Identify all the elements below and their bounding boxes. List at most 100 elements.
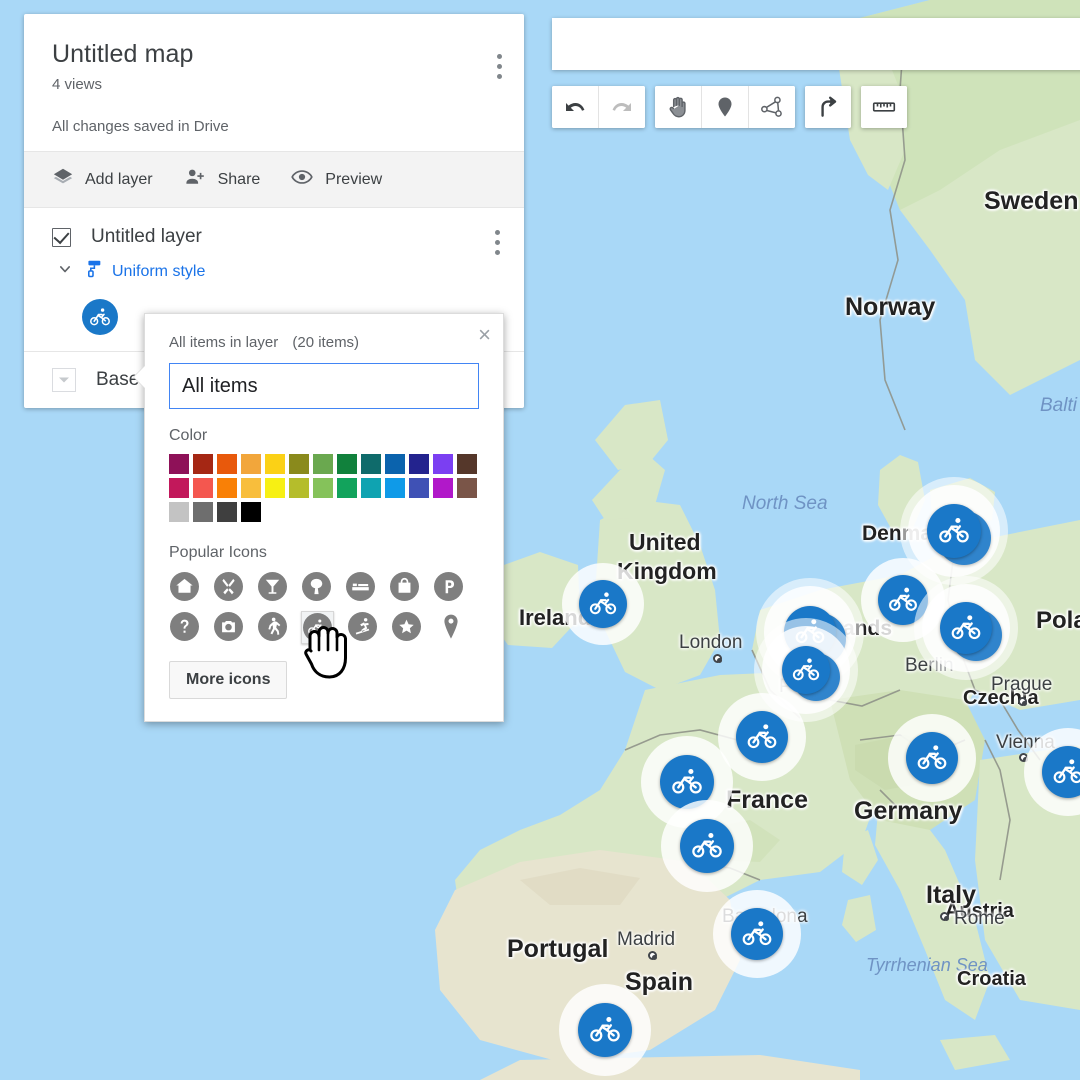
- sea-label: North Sea: [742, 493, 828, 514]
- color-swatch[interactable]: [169, 454, 189, 474]
- layer-options-button[interactable]: [495, 230, 500, 260]
- draw-line-button[interactable]: [748, 86, 795, 128]
- measure-button[interactable]: [861, 86, 907, 128]
- color-swatch[interactable]: [313, 454, 333, 474]
- color-swatch[interactable]: [193, 478, 213, 498]
- color-swatch[interactable]: [385, 454, 405, 474]
- shopping-icon[interactable]: [389, 571, 420, 602]
- add-layer-button[interactable]: Add layer: [52, 166, 153, 193]
- color-swatch[interactable]: [193, 454, 213, 474]
- star-icon[interactable]: [391, 611, 422, 642]
- color-swatch[interactable]: [265, 454, 285, 474]
- restaurant-icon[interactable]: [213, 571, 244, 602]
- map-marker[interactable]: [888, 714, 976, 802]
- uniform-style-label[interactable]: Uniform style: [112, 263, 205, 281]
- home-icon[interactable]: [169, 571, 200, 602]
- panel-action-bar: Add layer Share Preview: [24, 151, 524, 208]
- color-swatch[interactable]: [361, 478, 381, 498]
- undo-button[interactable]: [552, 86, 598, 128]
- layer-name-label[interactable]: Untitled layer: [91, 226, 202, 248]
- city-label: Prague: [991, 674, 1053, 695]
- directions-group: [805, 86, 851, 128]
- color-swatch[interactable]: [241, 454, 261, 474]
- question-icon[interactable]: [169, 611, 200, 642]
- pan-button[interactable]: [655, 86, 701, 128]
- map-marker[interactable]: [1024, 728, 1080, 816]
- color-row: [169, 478, 481, 502]
- color-swatch[interactable]: [433, 478, 453, 498]
- more-icons-button[interactable]: More icons: [169, 661, 288, 699]
- group-name-input[interactable]: [169, 363, 479, 409]
- city-dot: [713, 654, 722, 663]
- close-icon[interactable]: ×: [478, 324, 491, 346]
- search-input[interactable]: [552, 18, 1080, 70]
- redo-button[interactable]: [598, 86, 645, 128]
- color-swatch[interactable]: [361, 454, 381, 474]
- hotel-icon[interactable]: [345, 571, 376, 602]
- color-swatch[interactable]: [457, 478, 477, 498]
- marker-icon: [713, 95, 737, 119]
- kebab-icon: [495, 230, 500, 255]
- color-swatch[interactable]: [241, 478, 261, 498]
- color-swatch[interactable]: [193, 502, 213, 522]
- color-swatch[interactable]: [241, 502, 261, 522]
- color-swatch[interactable]: [433, 454, 453, 474]
- bar-icon[interactable]: [257, 571, 288, 602]
- color-swatch[interactable]: [337, 454, 357, 474]
- color-swatch[interactable]: [337, 478, 357, 498]
- basemap-expand-button[interactable]: [52, 368, 76, 392]
- add-marker-button[interactable]: [701, 86, 748, 128]
- country-label: Italy: [926, 881, 977, 909]
- map-marker[interactable]: [562, 563, 644, 645]
- expand-style-button[interactable]: [52, 259, 78, 284]
- bicycle-icon[interactable]: [301, 611, 334, 644]
- style-row: Uniform style: [24, 258, 524, 289]
- map-marker[interactable]: [713, 890, 801, 978]
- person-add-icon: [183, 166, 207, 193]
- country-label: Portugal: [507, 935, 609, 963]
- park-icon[interactable]: [301, 571, 332, 602]
- color-row: [169, 454, 481, 478]
- map-search-box[interactable]: [552, 18, 1080, 70]
- color-swatch[interactable]: [409, 454, 429, 474]
- color-swatch[interactable]: [289, 478, 309, 498]
- camera-icon[interactable]: [213, 611, 244, 642]
- undo-redo-group: [552, 86, 645, 128]
- color-palette[interactable]: [169, 454, 481, 526]
- pin-icon[interactable]: [435, 611, 466, 642]
- map-options-button[interactable]: [497, 54, 502, 84]
- share-button[interactable]: Share: [183, 166, 260, 193]
- icon-section-title: Popular Icons: [169, 544, 267, 561]
- color-swatch[interactable]: [457, 454, 477, 474]
- caret-down-icon: [58, 371, 70, 389]
- layer-visibility-checkbox[interactable]: [52, 227, 71, 247]
- popular-icons-grid[interactable]: [169, 571, 481, 653]
- color-swatch[interactable]: [217, 478, 237, 498]
- style-popup: × All items in layer (20 items) Color Po…: [134, 313, 504, 722]
- color-swatch[interactable]: [169, 478, 189, 498]
- map-marker[interactable]: [914, 576, 1018, 680]
- walking-icon[interactable]: [257, 611, 288, 642]
- color-swatch[interactable]: [289, 454, 309, 474]
- measure-group: [861, 86, 907, 128]
- color-swatch[interactable]: [217, 502, 237, 522]
- preview-button[interactable]: Preview: [290, 166, 382, 193]
- directions-icon: [815, 94, 841, 120]
- color-swatch[interactable]: [313, 478, 333, 498]
- bicycle-icon[interactable]: [82, 299, 118, 335]
- color-swatch[interactable]: [385, 478, 405, 498]
- color-swatch[interactable]: [265, 478, 285, 498]
- color-swatch[interactable]: [169, 502, 189, 522]
- kebab-icon: [497, 54, 502, 79]
- map-marker[interactable]: [661, 800, 753, 892]
- skier-icon[interactable]: [347, 611, 378, 642]
- chevron-down-icon: [55, 259, 75, 284]
- map-marker[interactable]: [559, 984, 651, 1076]
- map-toolbar[interactable]: [552, 86, 917, 128]
- directions-button[interactable]: [805, 86, 851, 128]
- city-label: Rome: [954, 908, 1005, 929]
- color-swatch[interactable]: [409, 478, 429, 498]
- color-swatch[interactable]: [217, 454, 237, 474]
- parking-icon[interactable]: [433, 571, 464, 602]
- country-label: Polan: [1036, 607, 1080, 634]
